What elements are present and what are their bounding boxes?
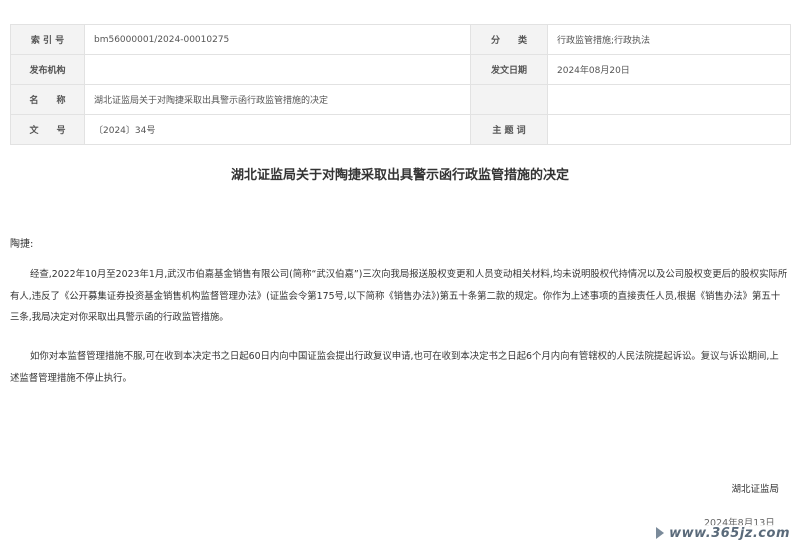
metadata-row-index: 索 引 号 bm56000001/2024-00010275 分 类 行政监管措… xyxy=(10,24,791,55)
publisher-value xyxy=(84,54,471,85)
document-name-value: 湖北证监局关于对陶捷采取出具警示函行政监管措施的决定 xyxy=(84,84,471,115)
document-number-label: 文 号 xyxy=(10,114,85,145)
document-title: 湖北证监局关于对陶捷采取出具警示函行政监管措施的决定 xyxy=(230,168,569,183)
index-number-value: bm56000001/2024-00010275 xyxy=(84,24,471,55)
document-number-value: 〔2024〕34号 xyxy=(84,114,471,145)
metadata-row-doc-number: 文 号 〔2024〕34号 主 题 词 xyxy=(10,114,791,145)
document-name-extra-label xyxy=(470,84,548,115)
category-value: 行政监管措施;行政执法 xyxy=(547,24,791,55)
body-paragraph-2: 如你对本监督管理措施不服,可在收到本决定书之日起60日内向中国证监会提出行政复议… xyxy=(10,351,779,384)
document-name-label: 名 称 xyxy=(10,84,85,115)
site-watermark: www.365jz.com xyxy=(665,525,794,542)
publisher-label: 发布机构 xyxy=(10,54,85,85)
metadata-row-publisher: 发布机构 发文日期 2024年08月20日 xyxy=(10,54,791,85)
metadata-row-name: 名 称 湖北证监局关于对陶捷采取出具警示函行政监管措施的决定 xyxy=(10,84,791,115)
document-name-extra-value xyxy=(547,84,791,115)
issue-date-label: 发文日期 xyxy=(470,54,548,85)
document-metadata-table: 索 引 号 bm56000001/2024-00010275 分 类 行政监管措… xyxy=(10,24,791,145)
issue-date-value: 2024年08月20日 xyxy=(547,54,791,85)
subject-keywords-label: 主 题 词 xyxy=(470,114,548,145)
signing-authority: 湖北证监局 xyxy=(731,484,779,495)
index-number-label: 索 引 号 xyxy=(10,24,85,55)
category-label: 分 类 xyxy=(470,24,548,55)
body-paragraph-1: 经查,2022年10月至2023年1月,武汉市伯嘉基金销售有限公司(简称“武汉伯… xyxy=(10,269,788,323)
subject-keywords-value xyxy=(547,114,791,145)
salutation: 陶捷: xyxy=(10,239,34,250)
